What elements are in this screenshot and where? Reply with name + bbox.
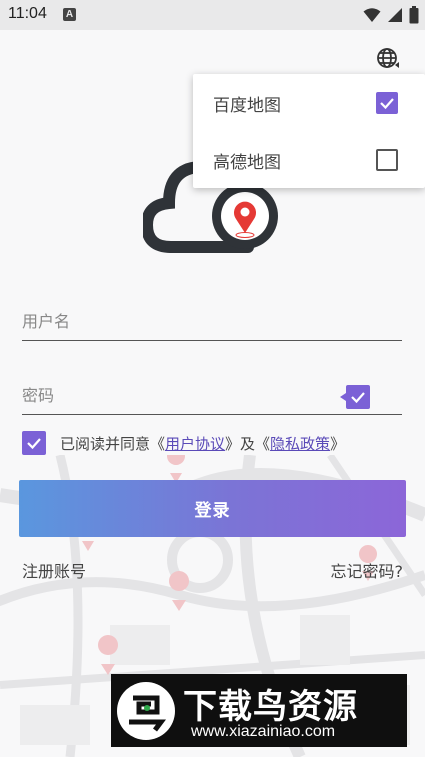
status-bar: 11:04 A [0, 0, 425, 30]
wifi-icon [363, 8, 381, 22]
menu-item-baidu-map[interactable]: 百度地图 [193, 74, 425, 131]
user-agreement-link[interactable]: 用户协议 [165, 435, 225, 453]
password-field [22, 385, 402, 415]
map-provider-menu: 百度地图 高德地图 [193, 74, 425, 188]
checkbox-unchecked[interactable] [376, 149, 398, 171]
menu-item-label: 百度地图 [213, 96, 281, 116]
battery-icon [409, 6, 419, 24]
menu-item-label: 高德地图 [213, 153, 281, 173]
menu-item-amap[interactable]: 高德地图 [193, 131, 425, 188]
privacy-policy-link[interactable]: 隐私政策 [270, 435, 330, 453]
agreement-middle: 》及《 [225, 434, 271, 453]
register-link[interactable]: 注册账号 [22, 558, 86, 582]
agreement-row: 已阅读并同意《用户协议》及《隐私政策》 [22, 431, 345, 455]
check-icon [27, 438, 41, 450]
status-time: 11:04 [8, 5, 47, 22]
globe-icon[interactable] [376, 46, 400, 70]
username-input[interactable] [22, 312, 322, 331]
bird-icon [129, 695, 166, 732]
check-icon [380, 98, 394, 110]
agreement-checkbox[interactable] [22, 431, 46, 455]
login-button[interactable]: 登录 [19, 480, 406, 537]
show-password-toggle[interactable] [340, 385, 370, 409]
agreement-text: 已阅读并同意《用户协议》及《隐私政策》 [60, 433, 345, 454]
username-field [22, 312, 402, 341]
forgot-password-link[interactable]: 忘记密码? [331, 558, 404, 582]
bird-logo-icon [117, 682, 175, 740]
password-input[interactable] [22, 386, 322, 405]
watermark-url: www.xiazainiao.com [191, 723, 336, 740]
notification-icon: A [63, 8, 76, 21]
agreement-prefix: 已阅读并同意《 [60, 434, 166, 453]
signal-icon [388, 8, 402, 22]
check-icon [351, 392, 365, 404]
watermark-title: 下载鸟资源 [183, 687, 358, 727]
status-icons [363, 6, 419, 24]
checkbox-checked[interactable] [376, 92, 398, 114]
agreement-suffix: 》 [330, 434, 346, 453]
watermark-banner: 下载鸟资源 www.xiazainiao.com [111, 674, 407, 747]
